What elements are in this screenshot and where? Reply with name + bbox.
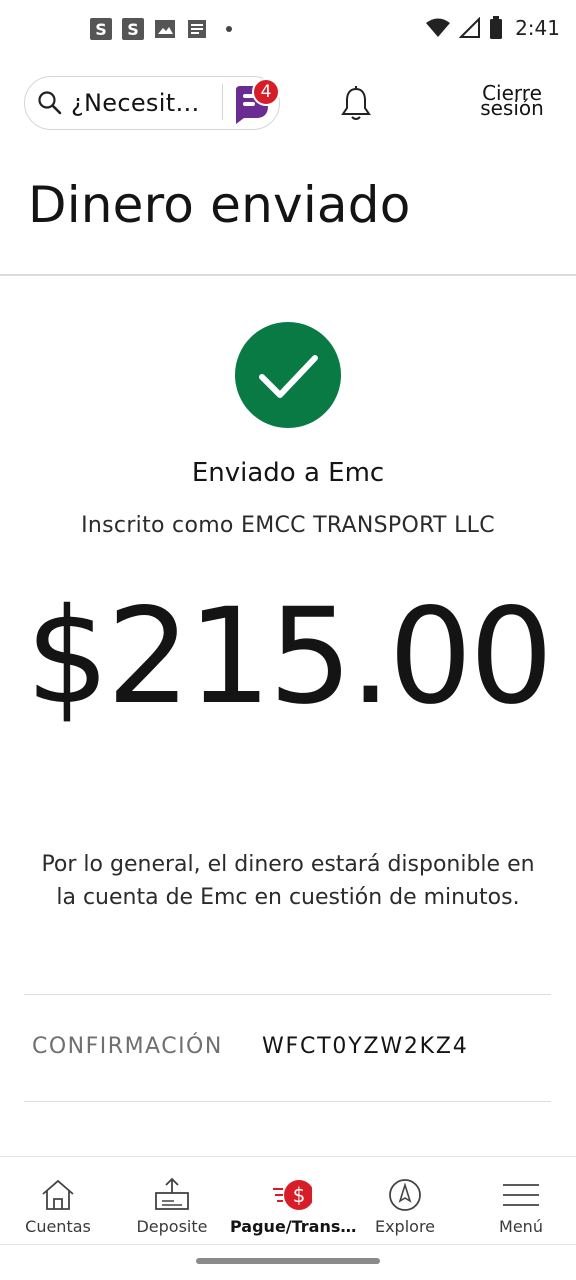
clock: 2:41	[515, 16, 560, 40]
nav-item-pague-transfiera[interactable]: $ Pague/Trans…	[230, 1157, 357, 1245]
more-notifications-dot	[226, 26, 232, 32]
notification-badge: 4	[252, 78, 280, 106]
confirmation-number: WFCT0YZW2KZ4	[262, 1034, 469, 1059]
availability-info: Por lo general, el dinero estará disponi…	[41, 852, 535, 910]
divider-above-confirmation	[24, 994, 551, 995]
search-placeholder: ¿Necesit…	[71, 89, 200, 117]
svg-text:$: $	[293, 1183, 306, 1207]
nav-item-menu[interactable]: Menú	[463, 1157, 576, 1245]
amount-sent: $215.00	[25, 580, 554, 734]
gesture-handle[interactable]	[196, 1258, 380, 1264]
nav-item-cuentas[interactable]: Cuentas	[0, 1157, 116, 1245]
bell-icon[interactable]	[340, 86, 372, 122]
battery-icon	[490, 16, 503, 39]
s-app-icon: S	[90, 18, 112, 40]
header-divider	[0, 274, 576, 276]
nav-label: Pague/Trans…	[230, 1217, 357, 1236]
note-icon	[188, 20, 206, 38]
divider-below-confirmation	[24, 1101, 551, 1102]
compass-icon	[389, 1179, 421, 1211]
wifi-icon	[426, 18, 451, 37]
signal-icon	[459, 17, 481, 38]
nav-label: Deposite	[136, 1217, 208, 1236]
nav-item-deposite[interactable]: Deposite	[114, 1157, 230, 1245]
s-app-icon: S	[122, 18, 144, 40]
nav-label: Menú	[499, 1217, 543, 1236]
enrolled-as-text: Inscrito como EMCC TRANSPORT LLC	[81, 513, 495, 538]
hamburger-menu-icon	[503, 1184, 539, 1206]
search-icon	[38, 91, 62, 115]
confirmation-label: CONFIRMACIÓN	[32, 1034, 223, 1059]
notification-icons: S S	[90, 18, 232, 40]
deposit-icon	[155, 1177, 189, 1210]
bottom-nav: Cuentas Deposite $ Pague/Trans… Explore …	[0, 1156, 576, 1244]
system-icons: 2:41	[425, 16, 560, 40]
logout-button[interactable]: Cierre sesión	[472, 83, 552, 120]
success-check-icon	[235, 322, 341, 428]
nav-bottom-divider	[0, 1244, 576, 1245]
nav-item-explore[interactable]: Explore	[347, 1157, 463, 1245]
page-title: Dinero enviado	[28, 176, 411, 234]
recipient-heading: Enviado a Emc	[191, 458, 385, 488]
image-icon	[155, 20, 175, 38]
home-icon	[42, 1179, 74, 1210]
nav-label: Explore	[374, 1217, 436, 1236]
nav-label: Cuentas	[25, 1217, 91, 1236]
search-divider	[222, 84, 223, 120]
status-bar: S S 2:41	[0, 0, 576, 62]
app-header: ¿Necesit… 4 Cierre sesión	[24, 76, 552, 132]
logout-label-line2: sesión	[480, 96, 544, 120]
pay-transfer-icon: $	[273, 1180, 312, 1210]
